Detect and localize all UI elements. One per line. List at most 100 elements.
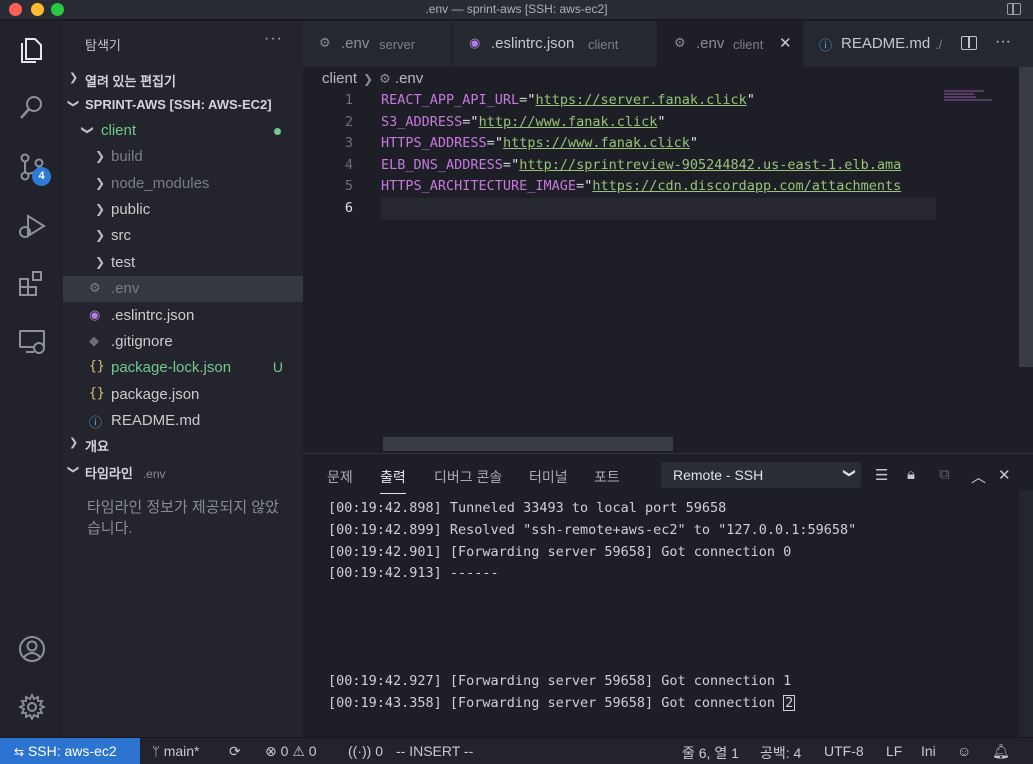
search-icon[interactable] bbox=[16, 92, 48, 124]
panel-tab-problems[interactable]: 문제 bbox=[327, 467, 353, 487]
code-area[interactable]: REACT_APP_API_URL="https://server.fanak.… bbox=[381, 90, 936, 240]
tree-item-env[interactable]: ⚙ .env bbox=[63, 276, 303, 302]
panel-tab-terminal[interactable]: 터미널 bbox=[529, 467, 568, 487]
output-channel-select[interactable]: Remote - SSH ❯ bbox=[661, 462, 861, 488]
bell-icon[interactable]: 🔔︎ bbox=[992, 743, 1010, 760]
tree-item-test[interactable]: ❯ test bbox=[63, 250, 303, 276]
panel-scrollbar[interactable] bbox=[1019, 490, 1033, 738]
split-editor-icon[interactable] bbox=[961, 36, 977, 50]
line-number: 3 bbox=[344, 135, 353, 152]
maximize-panel-icon[interactable]: ︿ bbox=[971, 466, 986, 487]
text-cursor: 2 bbox=[783, 695, 796, 711]
git-untracked-badge: U bbox=[272, 359, 283, 375]
branch-icon: ᛘ bbox=[152, 744, 160, 759]
minimap[interactable] bbox=[944, 90, 1004, 110]
chevron-down-icon: ❯ bbox=[81, 124, 96, 136]
tree-item-readme[interactable]: ⓘ README.md bbox=[63, 408, 303, 434]
broadcast-icon: ((·)) bbox=[348, 743, 372, 759]
json-icon: {} bbox=[89, 386, 105, 401]
tree-item-node-modules[interactable]: ❯ node_modules bbox=[63, 171, 303, 197]
clear-output-icon[interactable]: ☰ bbox=[875, 466, 888, 484]
ports-indicator[interactable]: ((·)) 0 bbox=[348, 743, 383, 759]
chevron-right-icon: ❯ bbox=[95, 202, 106, 216]
chevron-down-icon: ❯ bbox=[67, 464, 80, 475]
gear-icon: ⚙ bbox=[379, 71, 391, 86]
cursor-position[interactable]: 줄 6, 열 1 bbox=[682, 743, 739, 763]
editor-more-button[interactable]: ··· bbox=[995, 33, 1011, 51]
tab-env-client[interactable]: ⚙ .env client ✕ bbox=[658, 21, 803, 67]
tree-item-build[interactable]: ❯ build bbox=[63, 144, 303, 170]
timeline-section[interactable]: ❯ 타임라인 .env bbox=[63, 459, 303, 483]
layout-icon[interactable] bbox=[1007, 3, 1021, 15]
line-number: 1 bbox=[344, 92, 353, 108]
eslint-icon: ◉ bbox=[469, 35, 481, 50]
git-modified-dot bbox=[274, 128, 281, 135]
chevron-down-icon: ❯ bbox=[67, 98, 80, 109]
tree-item-src[interactable]: ❯ src bbox=[63, 223, 303, 249]
problems-indicator[interactable]: ⊗ 0 ⚠ 0 bbox=[265, 743, 317, 760]
vim-mode: -- INSERT -- bbox=[396, 743, 474, 759]
source-control-badge: 4 bbox=[32, 167, 51, 186]
line-number: 5 bbox=[344, 178, 353, 195]
editor-tab-bar: ⚙ .env server ◉ .eslintrc.json client ⚙ … bbox=[303, 21, 1033, 67]
editor-horizontal-scrollbar[interactable] bbox=[383, 437, 673, 451]
sync-icon[interactable]: ⟳ bbox=[229, 743, 241, 760]
open-editors-section[interactable]: ❯ 열려 있는 편집기 bbox=[63, 67, 303, 91]
git-icon: ◆ bbox=[89, 333, 99, 348]
gear-icon: ⚙ bbox=[319, 35, 331, 50]
tab-readme[interactable]: ⓘ README.md ./ bbox=[803, 21, 948, 67]
log-line: [00:19:42.899] Resolved "ssh-remote+aws-… bbox=[328, 522, 857, 538]
warning-icon: ⚠ bbox=[292, 743, 305, 759]
outline-section[interactable]: ❯ 개요 bbox=[63, 432, 303, 456]
indentation[interactable]: 공백: 4 bbox=[760, 743, 801, 763]
end-of-line[interactable]: LF bbox=[886, 743, 902, 759]
language-mode[interactable]: Ini bbox=[921, 743, 936, 759]
tree-item-public[interactable]: ❯ public bbox=[63, 197, 303, 223]
tab-env-server[interactable]: ⚙ .env server bbox=[303, 21, 453, 67]
log-line: [00:19:43.358] [Forwarding server 59658]… bbox=[328, 695, 796, 711]
code-line: HTTPS_ADDRESS="https://www.fanak.click" bbox=[381, 135, 699, 152]
tree-item-package-lock[interactable]: {} package-lock.json U bbox=[63, 355, 303, 381]
editor[interactable]: client ❯ ⚙ .env 1 2 3 4 5 6 REACT_APP_API_… bbox=[303, 67, 1033, 453]
status-bar: ⇆ SSH: aws-ec2 ᛘ main* ⟳ ⊗ 0 ⚠ 0 ((·)) 0… bbox=[0, 737, 1033, 764]
tree-item-package-json[interactable]: {} package.json bbox=[63, 382, 303, 408]
close-tab-button[interactable]: ✕ bbox=[779, 34, 792, 52]
code-line: HTTPS_ARCHITECTURE_IMAGE="https://cdn.di… bbox=[381, 178, 902, 195]
info-icon: ⓘ bbox=[89, 415, 103, 430]
code-line: REACT_APP_API_URL="https://server.fanak.… bbox=[381, 92, 755, 108]
gear-icon[interactable] bbox=[16, 691, 48, 723]
workspace-section[interactable]: ❯ SPRINT-AWS [SSH: AWS-EC2] bbox=[63, 93, 303, 117]
line-number: 2 bbox=[344, 113, 353, 130]
chevron-right-icon: ❯ bbox=[95, 255, 106, 269]
chevron-down-icon: ❯ bbox=[842, 467, 857, 479]
explorer-more-button[interactable]: ··· bbox=[264, 30, 283, 48]
breadcrumb: client ❯ ⚙ .env bbox=[322, 70, 423, 87]
editor-vertical-scrollbar[interactable] bbox=[1019, 67, 1033, 367]
tree-item-gitignore[interactable]: ◆ .gitignore bbox=[63, 329, 303, 355]
explorer-sidebar: 탐색기 ··· ❯ 열려 있는 편집기 ❯ SPRINT-AWS [SSH: A… bbox=[63, 21, 303, 737]
account-icon[interactable] bbox=[16, 633, 48, 665]
line-number-gutter: 1 2 3 4 5 6 bbox=[303, 90, 363, 220]
activity-bar: 4 bbox=[0, 21, 63, 737]
tree-item-eslintrc[interactable]: ◉ .eslintrc.json bbox=[63, 303, 303, 329]
encoding[interactable]: UTF-8 bbox=[824, 743, 864, 759]
close-panel-icon[interactable]: ✕ bbox=[998, 466, 1011, 484]
git-branch[interactable]: ᛘ main* bbox=[152, 743, 200, 759]
panel-tab-debug-console[interactable]: 디버그 콘솔 bbox=[434, 467, 502, 487]
feedback-icon[interactable]: ☺ bbox=[957, 743, 971, 759]
chevron-right-icon: ❯ bbox=[95, 228, 106, 242]
breadcrumb-file[interactable]: .env bbox=[395, 70, 423, 87]
remote-explorer-icon[interactable] bbox=[16, 325, 48, 357]
gear-icon: ⚙ bbox=[674, 35, 686, 50]
tree-item-client[interactable]: ❯ client bbox=[63, 118, 303, 144]
tab-eslintrc-client[interactable]: ◉ .eslintrc.json client bbox=[453, 21, 658, 67]
run-debug-icon[interactable] bbox=[16, 210, 48, 242]
panel-tab-ports[interactable]: 포트 bbox=[594, 467, 620, 487]
breadcrumb-folder[interactable]: client bbox=[322, 70, 357, 87]
remote-indicator[interactable]: ⇆ SSH: aws-ec2 bbox=[0, 738, 140, 764]
panel-tab-output[interactable]: 출력 bbox=[380, 467, 406, 494]
open-editor-icon[interactable]: ⧉ bbox=[939, 466, 950, 483]
extensions-icon[interactable] bbox=[16, 267, 48, 299]
lock-icon[interactable]: 🔒︎ bbox=[907, 466, 915, 483]
explorer-icon[interactable] bbox=[16, 34, 48, 66]
